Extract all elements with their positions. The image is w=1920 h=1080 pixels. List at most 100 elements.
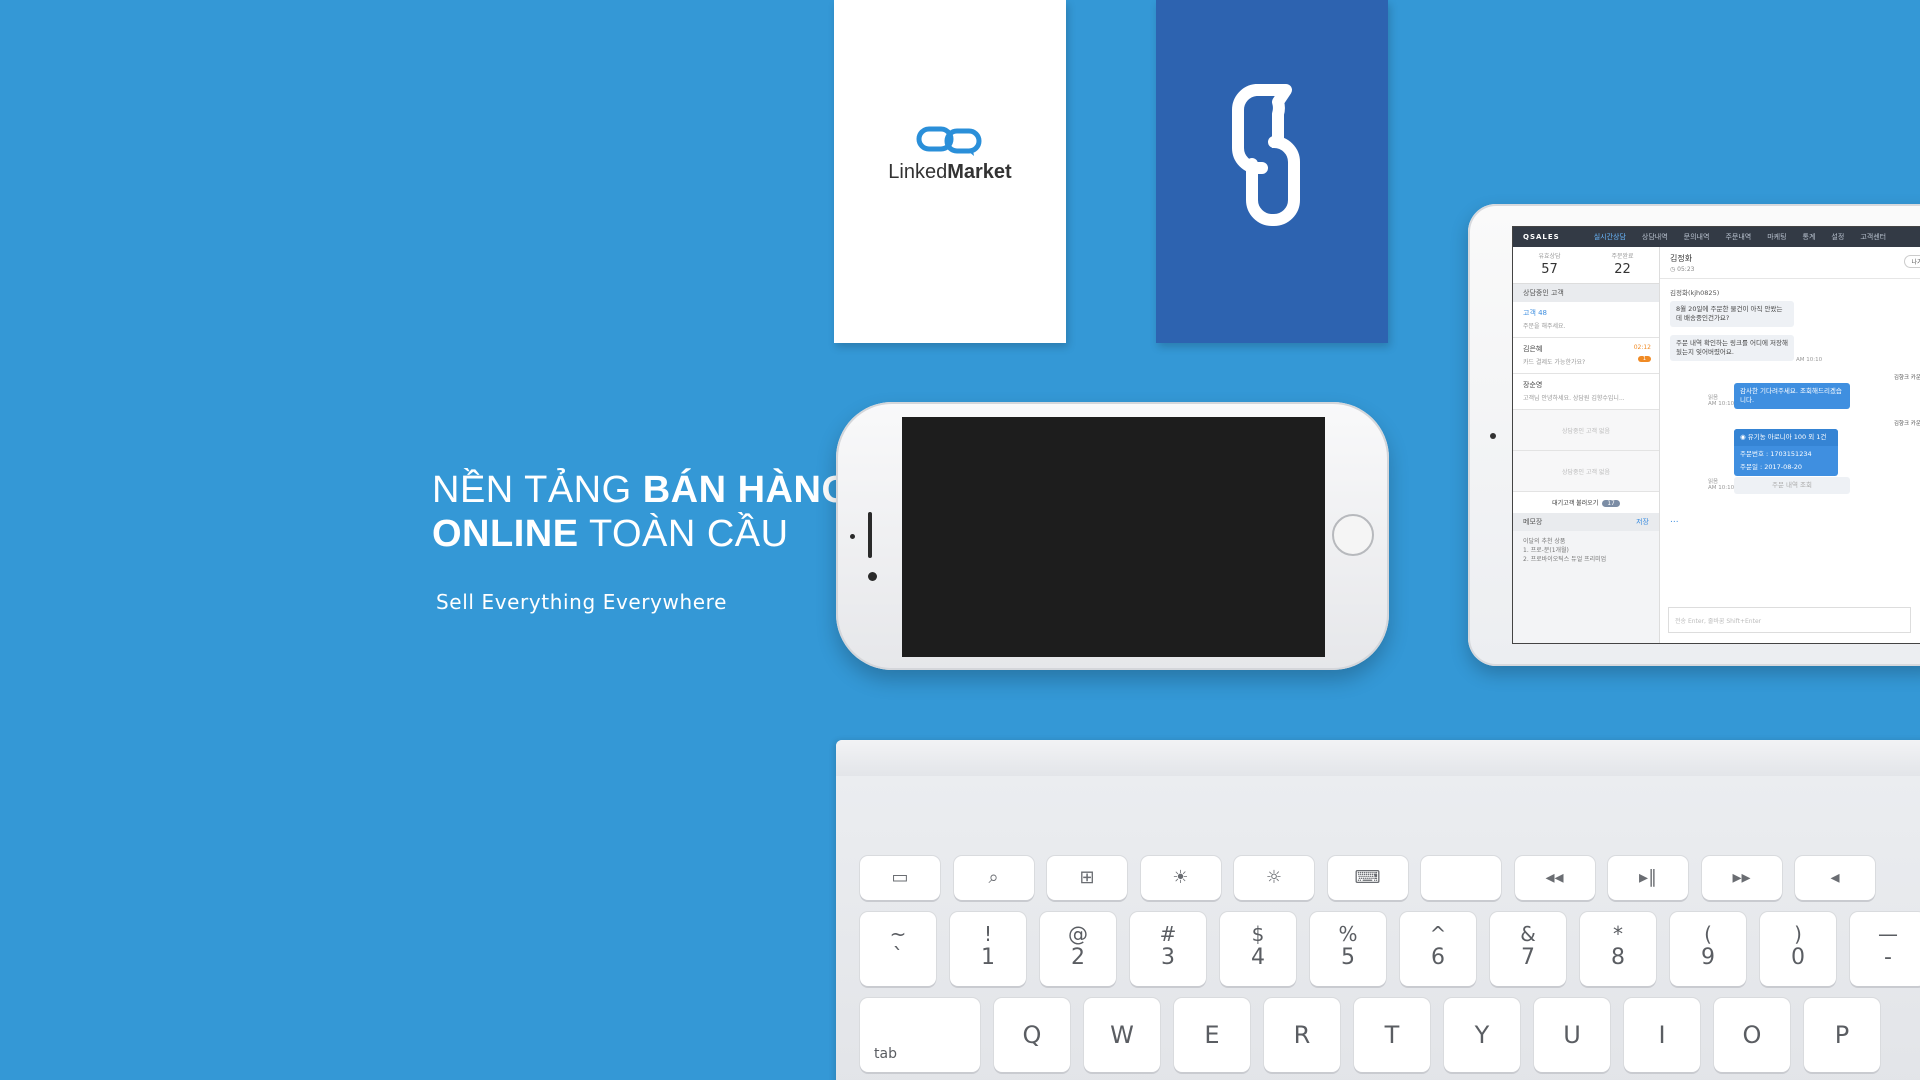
key-label: P	[1834, 1021, 1850, 1049]
stat-value: 22	[1614, 262, 1631, 277]
tab-3[interactable]: 주문내역	[1725, 232, 1751, 242]
key-6[interactable]: ^ 6	[1400, 912, 1476, 986]
keyboard-top-edge	[836, 740, 1920, 776]
fast-forward-key[interactable]: ▸▸	[1701, 856, 1782, 900]
key-4[interactable]: $4	[1220, 912, 1296, 986]
customer-name: 고객 48	[1523, 309, 1548, 317]
memo-save-button[interactable]: 저장	[1636, 517, 1649, 527]
key-label: 2	[1071, 945, 1085, 970]
message-in: 8월 20일에 주문한 물건이 아직 안왔는데 배송중인건가요?	[1670, 301, 1794, 327]
key-9[interactable]: (9	[1670, 912, 1746, 986]
order-link-button[interactable]: 주문 내역 조회	[1734, 477, 1850, 494]
hero-banner: NỀN TẢNG BÁN HÀNG ONLINE TOÀN CẦU Sell E…	[0, 0, 1920, 1080]
tab-7[interactable]: 고객센터	[1860, 232, 1886, 242]
key-shift-label: $	[1251, 922, 1265, 946]
phone-speaker	[868, 512, 872, 558]
key-t[interactable]: T	[1354, 998, 1430, 1072]
key-label: R	[1293, 1021, 1311, 1049]
key-label: 8	[1611, 945, 1625, 970]
tab-2[interactable]: 문의내역	[1684, 232, 1710, 242]
memo-header: 메모장 저장	[1513, 513, 1659, 531]
rewind-icon: ◂◂	[1545, 867, 1564, 888]
key-i[interactable]: I	[1624, 998, 1700, 1072]
linked-market-logo-icon	[916, 126, 982, 156]
key-shift-label: %	[1338, 922, 1358, 946]
key-shift-label: )	[1794, 922, 1802, 946]
key-7[interactable]: & 7	[1490, 912, 1566, 986]
stats-panel: 유효상담 57 주문완료 22	[1513, 247, 1659, 284]
key-u[interactable]: U	[1534, 998, 1610, 1072]
search-icon: ⌕	[988, 867, 999, 888]
customer-row[interactable]: 장순영 고객님 안녕하세요. 상담원 김향수입니...	[1513, 374, 1659, 410]
stat-box: 주문완료 22	[1586, 247, 1659, 283]
dim-key[interactable]: ☼	[1234, 856, 1314, 900]
tablet-camera	[1490, 433, 1496, 439]
brand-name-light: Linked	[888, 161, 948, 183]
key-y[interactable]: Y	[1444, 998, 1520, 1072]
load-waiting-button[interactable]: 대기고객 불러오기 17	[1513, 492, 1659, 513]
memo-line: 2. 프로바이오틱스 듀얼 프리미엄	[1523, 556, 1607, 563]
tab-key[interactable]: tab	[860, 998, 980, 1072]
home-button[interactable]	[1332, 514, 1374, 556]
volume-key[interactable]: ◂	[1795, 856, 1875, 900]
search-key[interactable]: ⌕	[953, 856, 1034, 900]
headline-line2-bold: ONLINE	[432, 513, 579, 555]
tab-4[interactable]: 마케팅	[1767, 232, 1786, 242]
memo-textarea[interactable]: 이달의 추천 상품 1. 프로-분(1개월) 2. 프로바이오틱스 듀얼 프리미…	[1513, 531, 1659, 570]
customer-row[interactable]: 고객 48 주문을 해주세요.	[1513, 302, 1659, 338]
exit-button[interactable]: 나가기	[1904, 255, 1920, 268]
stat-label: 유효상담	[1538, 253, 1561, 260]
key-3[interactable]: #3	[1130, 912, 1206, 986]
chat-header: 김정화 ◷ 05:23 나가기	[1660, 247, 1920, 279]
key-q[interactable]: Q	[994, 998, 1070, 1072]
blank-key[interactable]	[1421, 856, 1501, 900]
chat-customer-id: 김정화(kjh0825)	[1670, 289, 1720, 297]
brightness-key[interactable]: ☀	[1140, 856, 1221, 900]
brand-card-white: LinkedMarket	[834, 0, 1066, 343]
tab-0[interactable]: 실시간상담	[1594, 232, 1626, 242]
tagline: Sell Everything Everywhere	[436, 590, 727, 614]
key-label: `	[892, 945, 904, 970]
stat-label: 주문완료	[1611, 253, 1634, 260]
memo-line: 1. 프로-분(1개월)	[1523, 547, 1569, 554]
tab-1[interactable]: 상담내역	[1642, 232, 1668, 242]
order-card-title: ◉ 유기농 아로니아 100 외 1건	[1734, 429, 1838, 446]
customer-msg: 주문을 해주세요.	[1523, 323, 1566, 330]
customer-row[interactable]: 김은혜 카드 결제도 가능한가요? 02:12 1	[1513, 338, 1659, 374]
key-5[interactable]: % 5	[1310, 912, 1386, 986]
key-1[interactable]: ! 1	[950, 912, 1026, 986]
memo-line: 이달의 추천 상품	[1523, 538, 1566, 545]
key-label: U	[1563, 1021, 1581, 1049]
key-o[interactable]: O	[1714, 998, 1790, 1072]
keyboard-icon: ⌨	[1354, 867, 1381, 888]
key-2[interactable]: @2	[1040, 912, 1116, 986]
customer-time: 02:12	[1633, 344, 1651, 351]
key-0[interactable]: ) 0	[1760, 912, 1836, 986]
mission-control-key[interactable]: ▭	[860, 856, 940, 900]
key-p[interactable]: P	[1804, 998, 1880, 1072]
key-w[interactable]: W	[1084, 998, 1160, 1072]
key-label: 3	[1161, 945, 1175, 970]
customer-msg: 고객님 안녕하세요. 상담원 김향수입니...	[1523, 395, 1625, 402]
keyboard: ▭ ⌕ ⊞ ☀ ☼ ⌨ ◂◂ ▸∥ ▸▸ ◂ ~ `! 1 @2 #3 $4% 5 ^ 6 & 7 * 8(9) 0— - t…	[836, 740, 1920, 1080]
chat-input[interactable]: 전송 Enter, 줄바꿈 Shift+Enter	[1668, 607, 1911, 633]
order-card: ◉ 유기농 아로니아 100 외 1건 주문번호 : 1703151234 주문…	[1734, 429, 1838, 476]
key-label: W	[1110, 1021, 1134, 1049]
play-pause-icon: ▸∥	[1638, 867, 1658, 888]
key-`[interactable]: ~ `	[860, 912, 936, 986]
chat-timer: ◷ 05:23	[1670, 266, 1920, 273]
message-read: 읽음	[1708, 395, 1719, 401]
keyboard-key[interactable]: ⌨	[1327, 856, 1408, 900]
rewind-key[interactable]: ◂◂	[1514, 856, 1595, 900]
key-8[interactable]: * 8	[1580, 912, 1656, 986]
play-pause-key[interactable]: ▸∥	[1608, 856, 1688, 900]
launchpad-key[interactable]: ⊞	[1047, 856, 1127, 900]
key-r[interactable]: R	[1264, 998, 1340, 1072]
tab-5[interactable]: 통계	[1803, 232, 1816, 242]
key-e[interactable]: E	[1174, 998, 1250, 1072]
brand-name-bold: Market	[947, 161, 1012, 183]
key-label: T	[1384, 1021, 1400, 1049]
tab-6[interactable]: 설정	[1831, 232, 1844, 242]
brand-card-blue	[1156, 0, 1388, 343]
key--[interactable]: — -	[1850, 912, 1920, 986]
